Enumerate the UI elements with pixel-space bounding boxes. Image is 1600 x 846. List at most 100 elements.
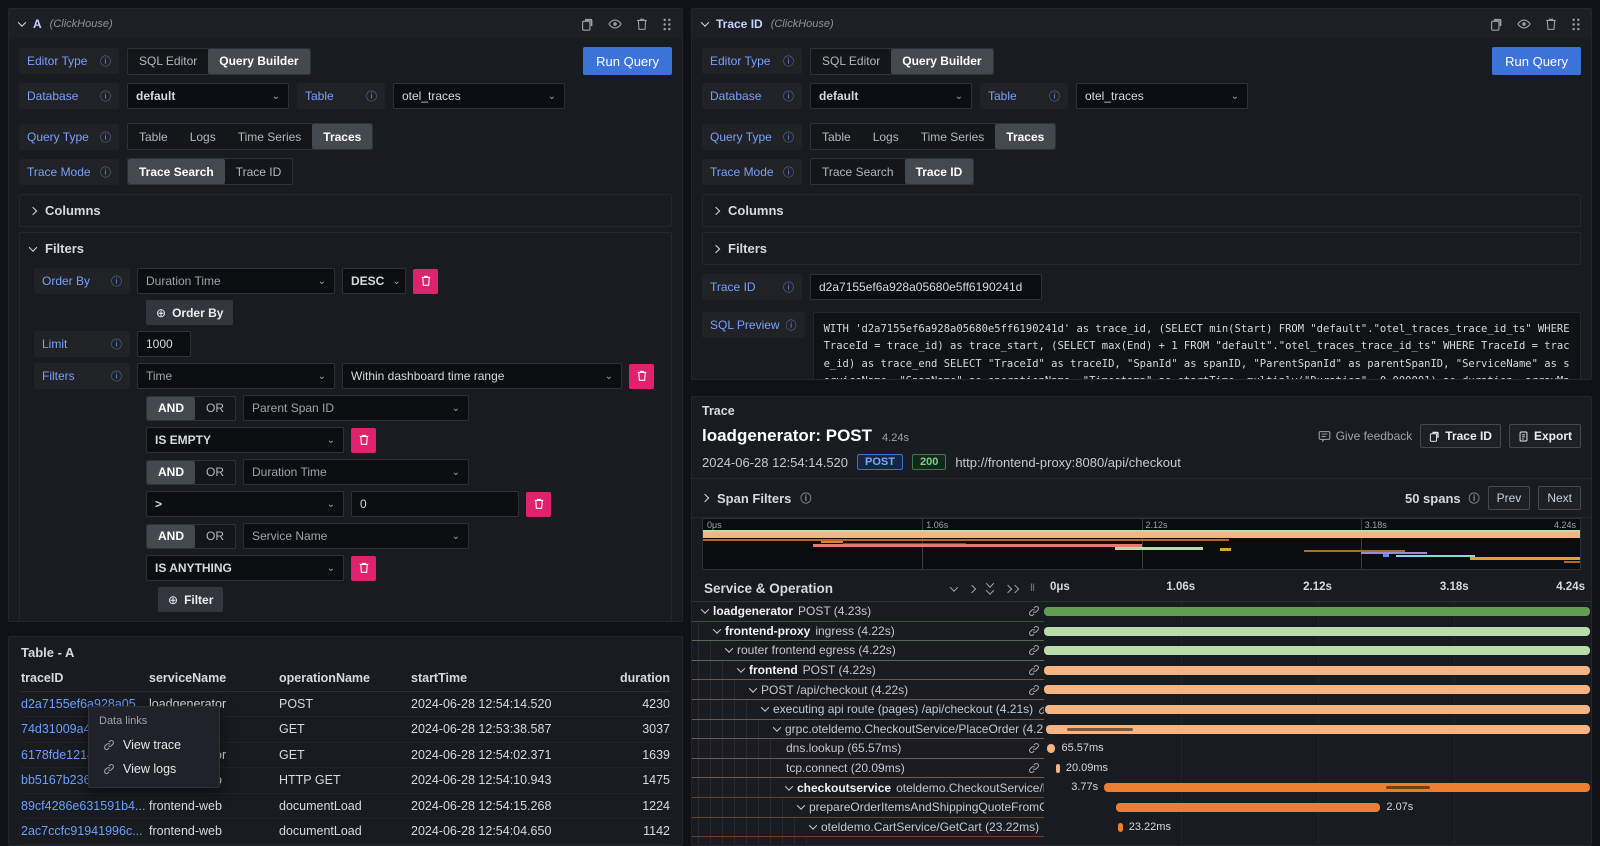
run-query-button[interactable]: Run Query [1492,47,1581,75]
give-feedback-link[interactable]: Give feedback [1318,429,1413,443]
trace-id-link[interactable]: 89cf4286e631591b4... [21,799,149,813]
limit-input[interactable]: 1000 [137,331,191,357]
span-collapse-icon[interactable] [713,625,721,633]
filter-field-select[interactable]: Duration Time⌄ [243,459,469,485]
span-collapse-icon[interactable] [773,723,781,731]
remove-order-by-button[interactable] [413,269,438,294]
span-row[interactable]: POST /api/checkout (4.22s) [692,680,1591,700]
query-type-timeseries[interactable]: Time Series [227,124,313,149]
filters-section[interactable]: Filters [702,232,1581,265]
span-row[interactable]: frontend-proxyingress (4.22s) [692,622,1591,642]
filter-time-range-select[interactable]: Within dashboard time range⌄ [342,363,622,389]
span-row[interactable]: loadgeneratorPOST (4.23s) [692,602,1591,622]
span-duration-bar[interactable] [1044,627,1590,636]
export-button[interactable]: Export [1509,424,1581,448]
columns-section[interactable]: Columns [702,194,1581,227]
filter-field-select[interactable]: Parent Span ID⌄ [243,395,469,421]
span-row[interactable]: checkoutserviceoteldemo.CheckoutService/… [692,778,1591,798]
span-link-icon[interactable] [1028,625,1040,637]
order-by-select[interactable]: Duration Time⌄ [137,268,335,294]
span-duration-bar[interactable] [1118,823,1122,832]
prev-button[interactable]: Prev [1488,486,1531,510]
trace-id-copy-button[interactable]: Trace ID [1420,424,1501,448]
trash-icon[interactable] [1545,18,1557,31]
duplicate-icon[interactable] [581,18,594,31]
span-link-icon[interactable] [1028,664,1040,676]
span-collapse-icon[interactable] [797,802,805,810]
query-type-traces[interactable]: Traces [995,124,1055,149]
span-collapse-icon[interactable] [749,684,757,692]
filters-section-header[interactable]: Filters [30,241,661,256]
span-collapse-icon[interactable] [737,664,745,672]
span-duration-bar[interactable] [1056,764,1060,773]
span-duration-bar[interactable] [1044,685,1590,694]
and-button[interactable]: AND [147,525,195,548]
and-button[interactable]: AND [147,397,195,420]
span-link-icon[interactable] [1028,605,1040,617]
filter-value-input[interactable]: 0 [351,491,519,517]
trace-id-link[interactable]: 2ac7ccfc91941996c... [21,824,149,838]
query-type-logs[interactable]: Logs [179,124,227,149]
span-duration-bar[interactable] [1044,607,1590,616]
columns-section[interactable]: Columns [19,194,672,227]
query-type-table[interactable]: Table [811,124,862,149]
trace-id-input[interactable]: d2a7155ef6a928a05680e5ff6190241d [810,274,1042,300]
span-duration-bar[interactable] [1104,783,1590,792]
remove-filter-button[interactable] [629,364,654,389]
eye-icon[interactable] [1517,17,1531,31]
add-order-by-button[interactable]: ⊕Order By [146,300,233,325]
col-duration[interactable]: duration [599,671,670,685]
col-traceid[interactable]: traceID [21,671,149,685]
span-link-icon[interactable] [1028,684,1040,696]
collapse-all-icon[interactable] [987,582,993,595]
expand-all-icon[interactable] [1005,586,1018,592]
span-collapse-icon[interactable] [809,821,817,829]
span-collapse-icon[interactable] [785,782,793,790]
span-collapse-icon[interactable] [761,704,769,712]
sql-editor-button[interactable]: SQL Editor [811,49,891,74]
or-button[interactable]: OR [195,461,235,484]
or-button[interactable]: OR [195,397,235,420]
panel-collapse-icon[interactable] [18,18,26,26]
panel-header-a[interactable]: A (ClickHouse) [9,9,682,39]
view-trace-link[interactable]: View trace [89,733,219,757]
span-filters-label[interactable]: Span Filters [717,491,791,506]
chevron-right-icon[interactable] [701,494,709,502]
trace-search-button[interactable]: Trace Search [128,159,225,184]
remove-filter-button[interactable] [351,556,376,581]
span-collapse-icon[interactable] [701,606,709,614]
trace-id-button[interactable]: Trace ID [905,159,974,184]
span-row[interactable]: frontendPOST (4.22s) [692,661,1591,681]
span-row[interactable]: router frontend egress (4.22s) [692,641,1591,661]
run-query-button[interactable]: Run Query [583,47,672,75]
trace-id-button[interactable]: Trace ID [225,159,293,184]
database-select[interactable]: default⌄ [810,83,972,109]
col-operationname[interactable]: operationName [279,671,411,685]
query-type-table[interactable]: Table [128,124,179,149]
drag-handle-icon[interactable] [1571,18,1581,31]
span-duration-bar[interactable] [1044,666,1590,675]
span-duration-bar[interactable] [1046,725,1590,734]
view-logs-link[interactable]: View logs [89,757,219,781]
span-row[interactable] [692,837,1591,846]
span-row[interactable]: executing api route (pages) /api/checkou… [692,700,1591,720]
query-type-traces[interactable]: Traces [312,124,372,149]
panel-collapse-icon[interactable] [701,18,709,26]
trace-minimap[interactable]: 0μs1.06s2.12s3.18s4.24s [702,518,1581,570]
span-duration-bar[interactable] [1047,744,1056,753]
and-button[interactable]: AND [147,461,195,484]
add-filter-button[interactable]: ⊕Filter [158,587,223,612]
span-row[interactable]: grpc.oteldemo.CheckoutService/PlaceOrder… [692,720,1591,740]
trash-icon[interactable] [636,18,648,31]
span-row[interactable]: prepareOrderItemsAndShippingQuoteFromCar… [692,798,1591,818]
query-type-timeseries[interactable]: Time Series [910,124,996,149]
span-duration-bar[interactable] [1044,646,1590,655]
col-starttime[interactable]: startTime [411,671,599,685]
remove-filter-button[interactable] [351,428,376,453]
query-type-logs[interactable]: Logs [862,124,910,149]
or-button[interactable]: OR [195,525,235,548]
drag-handle-icon[interactable] [662,18,672,31]
eye-icon[interactable] [608,17,622,31]
span-link-icon[interactable] [1028,644,1040,656]
sql-editor-button[interactable]: SQL Editor [128,49,208,74]
